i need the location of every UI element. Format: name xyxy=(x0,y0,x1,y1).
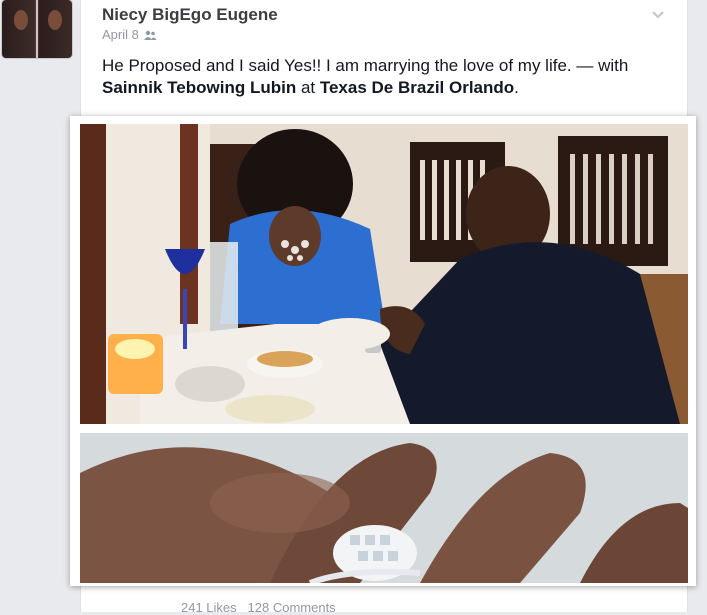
post-date[interactable]: April 8 xyxy=(102,27,139,42)
comments-count[interactable]: 128 Comments xyxy=(248,600,336,615)
status-text: He Proposed and I said Yes!! I am marryi… xyxy=(102,55,662,99)
tagged-friend-link[interactable]: Sainnik Tebowing Lubin xyxy=(102,78,296,97)
author-name[interactable]: Niecy BigEgo Eugene xyxy=(102,5,278,25)
reactions-summary[interactable]: 241 Likes 128 Comments xyxy=(181,600,336,615)
ring-photo[interactable] xyxy=(80,433,688,583)
proposal-scene-illustration xyxy=(80,124,688,424)
post-meta: April 8 xyxy=(102,27,157,42)
proposal-photo[interactable] xyxy=(80,124,688,424)
status-end: . xyxy=(514,78,519,97)
author-avatar[interactable] xyxy=(2,0,72,58)
summary-separator xyxy=(240,600,244,615)
status-at: at xyxy=(296,78,320,97)
place-link[interactable]: Texas De Brazil Orlando xyxy=(320,78,514,97)
chevron-down-icon[interactable] xyxy=(651,8,665,22)
likes-count[interactable]: 241 Likes xyxy=(181,600,237,615)
friends-icon xyxy=(143,30,157,40)
photo-collage[interactable] xyxy=(70,116,696,586)
avatar-face-left xyxy=(14,10,28,30)
status-body: He Proposed and I said Yes!! I am marryi… xyxy=(102,56,629,75)
ring-closeup-illustration xyxy=(80,433,688,583)
avatar-face-right xyxy=(48,10,62,30)
